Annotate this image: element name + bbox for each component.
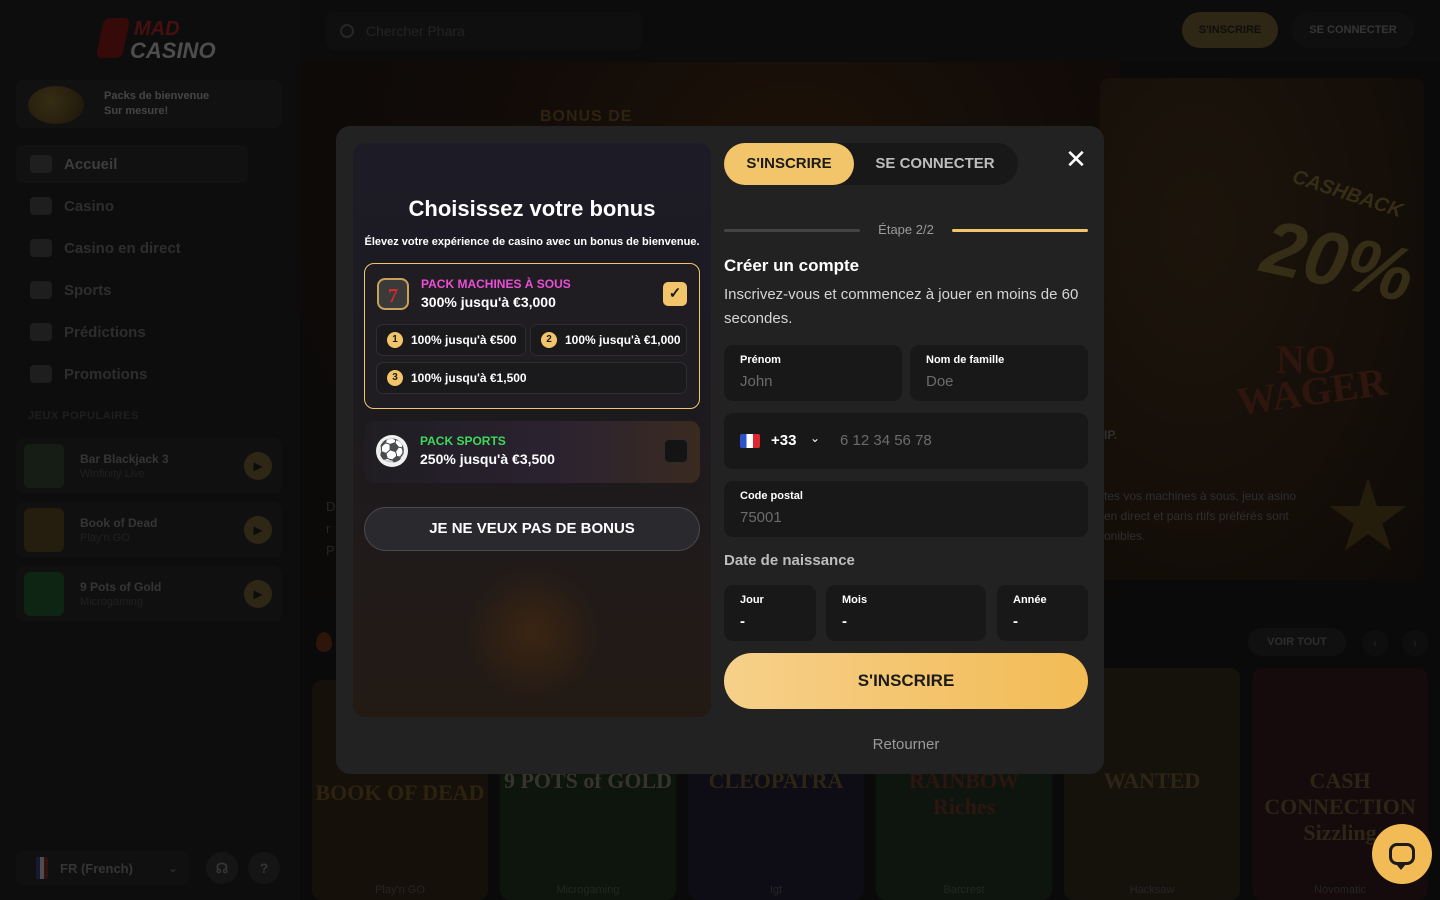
- step-progress-right: [952, 229, 1088, 232]
- field-value: -: [842, 613, 847, 630]
- dob-label: Date de naissance: [724, 552, 855, 569]
- field-label: Code postal: [740, 490, 803, 502]
- field-label: Année: [1013, 594, 1047, 606]
- field-placeholder: Doe: [926, 373, 954, 390]
- tier-label: 100% jusqu'à €1,500: [411, 371, 527, 385]
- form-description: Inscrivez-vous et commencez à jouer en m…: [724, 286, 1079, 327]
- dob-month-select[interactable]: Mois -: [826, 585, 986, 641]
- first-name-field[interactable]: Prénom John: [724, 345, 902, 401]
- field-placeholder: 75001: [740, 509, 782, 526]
- sports-pack-option[interactable]: ⚽ PACK SPORTS 250% jusqu'à €3,500: [364, 421, 700, 483]
- bonus-tier-2: 2 100% jusqu'à €1,000: [530, 324, 687, 356]
- tier-number-badge: 1: [387, 332, 403, 348]
- tab-login[interactable]: SE CONNECTER: [858, 143, 1012, 185]
- panel-glow: [463, 563, 603, 703]
- slots-pack-value: 300% jusqu'à €3,000: [421, 294, 556, 310]
- step-progress-left: [724, 229, 860, 232]
- step-indicator: Étape 2/2: [878, 222, 934, 237]
- sports-pack-label: PACK SPORTS: [420, 434, 506, 448]
- bonus-tier-3: 3 100% jusqu'à €1,500: [376, 362, 687, 394]
- flag-fr-icon: [740, 434, 760, 448]
- bonus-title: Choisissez votre bonus: [408, 196, 656, 221]
- sports-pack-value: 250% jusqu'à €3,500: [420, 451, 555, 467]
- country-code-selector[interactable]: +33: [771, 432, 796, 449]
- field-placeholder: John: [740, 373, 773, 390]
- auth-tabs: S'INSCRIRE SE CONNECTER: [724, 143, 1018, 185]
- tier-number-badge: 3: [387, 370, 403, 386]
- phone-input[interactable]: 6 12 34 56 78: [840, 432, 932, 449]
- field-label: Nom de famille: [926, 354, 1005, 366]
- tab-register[interactable]: S'INSCRIRE: [724, 143, 854, 185]
- register-submit-button[interactable]: S'INSCRIRE: [724, 653, 1088, 709]
- field-label: Mois: [842, 594, 868, 606]
- tier-label: 100% jusqu'à €1,000: [565, 333, 681, 347]
- back-link[interactable]: Retourner: [724, 736, 1088, 753]
- no-bonus-button[interactable]: JE NE VEUX PAS DE BONUS: [364, 507, 700, 551]
- slots-pack-checkbox[interactable]: ✓: [663, 282, 687, 306]
- chat-bubble-icon: [1389, 843, 1415, 870]
- phone-field: +33 ⌄ 6 12 34 56 78: [724, 413, 1088, 469]
- bonus-tier-1: 1 100% jusqu'à €500: [376, 324, 526, 356]
- chevron-down-icon[interactable]: ⌄: [810, 431, 820, 445]
- field-label: Jour: [740, 594, 764, 606]
- bonus-subtitle: Élevez votre expérience de casino avec u…: [364, 236, 700, 248]
- slot-seven-icon: 7: [377, 278, 409, 310]
- tier-label: 100% jusqu'à €500: [411, 333, 517, 347]
- field-label: Prénom: [740, 354, 781, 366]
- slots-pack-label: PACK MACHINES À SOUS: [421, 277, 571, 291]
- postal-code-field[interactable]: Code postal 75001: [724, 481, 1088, 537]
- live-chat-button[interactable]: [1372, 824, 1432, 884]
- sports-pack-checkbox[interactable]: [664, 439, 688, 463]
- tier-number-badge: 2: [541, 332, 557, 348]
- dob-day-select[interactable]: Jour -: [724, 585, 816, 641]
- soccer-ball-icon: ⚽: [376, 435, 408, 467]
- field-value: -: [740, 613, 745, 630]
- dob-year-select[interactable]: Année -: [997, 585, 1088, 641]
- last-name-field[interactable]: Nom de famille Doe: [910, 345, 1088, 401]
- field-value: -: [1013, 613, 1018, 630]
- close-icon[interactable]: ✕: [1062, 146, 1090, 174]
- form-title: Créer un compte: [724, 256, 860, 275]
